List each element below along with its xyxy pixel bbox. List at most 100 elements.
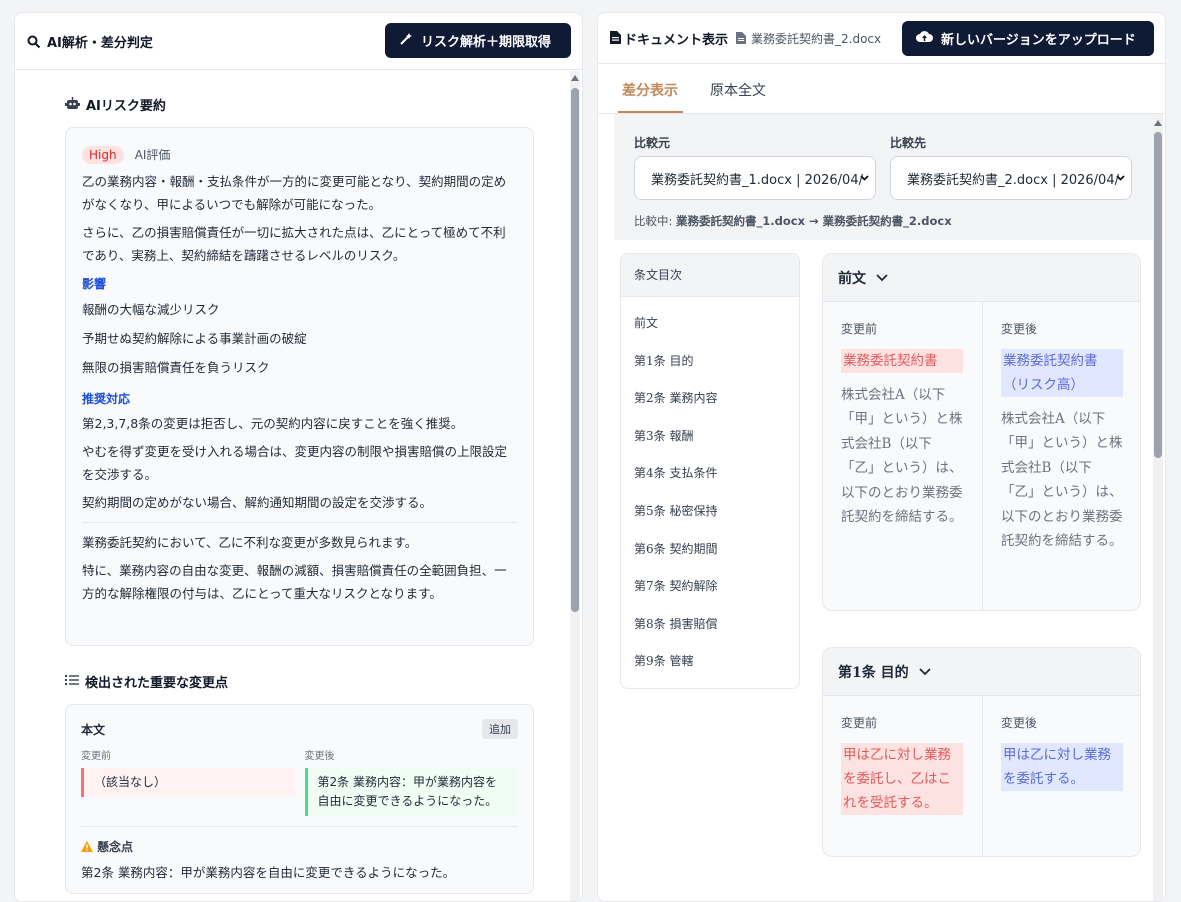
risk-level-badge: High: [82, 146, 124, 164]
ai-summary-heading: AIリスク要約: [65, 95, 166, 114]
toc-list: 前文 第1条 目的 第2条 業務内容 第3条 報酬 第4条 支払条件 第5条 秘…: [621, 297, 799, 681]
toc-item[interactable]: 第7条 契約解除: [621, 568, 799, 606]
change-before-label: 変更前: [81, 751, 111, 762]
article-after-column: 変更後 業務委託契約書（リスク高） 株式会社A（以下「甲」という）と株式会社B（…: [983, 302, 1140, 610]
compare-to-value: 業務委託契約書_2.docx | 2026/04/: [907, 172, 1119, 188]
active-tab-indicator: [618, 111, 683, 113]
left-scrollbar[interactable]: [570, 71, 580, 901]
added-text: 業務委託契約書（リスク高）: [1001, 349, 1123, 397]
list-icon: [65, 674, 79, 690]
recommend-heading: 推奨対応: [82, 392, 131, 406]
toc-title: 条文目次: [621, 254, 799, 297]
toc-item[interactable]: 第5条 秘密保持: [621, 493, 799, 531]
removed-text: 甲は乙に対し業務を委託し、乙はこれを受託する。: [841, 743, 963, 815]
changes-heading: 検出された重要な変更点: [65, 672, 228, 691]
article-title: 前文: [838, 270, 866, 287]
toc-item[interactable]: 第2条 業務内容: [621, 380, 799, 418]
magic-wand-icon: [399, 32, 413, 50]
toc-item[interactable]: 第4条 支払条件: [621, 455, 799, 493]
right-scroll-thumb[interactable]: [1154, 132, 1162, 458]
current-filename: 業務委託契約書_2.docx: [751, 31, 882, 46]
added-text: 甲は乙に対し業務を委託する。: [1001, 743, 1123, 791]
tab-diff[interactable]: 差分表示: [622, 80, 678, 100]
document-panel: ドキュメント表示 業務委託契約書_2.docx 新しいバージョンをアップロード …: [597, 12, 1166, 902]
compare-to-label: 比較先: [890, 136, 927, 150]
impact-item: 報酬の大幅な減少リスク: [82, 302, 220, 317]
overall-paragraph-2: 特に、業務内容の自由な変更、報酬の減額、損害賠償責任の全範囲負担、一方的な解除権…: [82, 563, 507, 601]
cloud-upload-icon: [916, 30, 933, 47]
article-card: 第1条 目的 変更前 甲は乙に対し業務を委託し、乙はこれを受託する。 変更後 甲…: [822, 647, 1141, 857]
summary-paragraph-2: さらに、乙の損害賠償責任が一切に拡大された点は、乙にとって極めて不利であり、実務…: [82, 225, 506, 263]
after-label: 変更後: [1001, 716, 1038, 730]
toc-item[interactable]: 第1条 目的: [621, 343, 799, 381]
ai-panel-header: AI解析・差分判定 リスク解析＋期限取得: [15, 13, 582, 70]
unchanged-text: 株式会社A（以下「甲」という）と株式会社B（以下「乙」という）は、以下のとおり業…: [841, 387, 963, 526]
ai-summary-title: AIリスク要約: [86, 99, 166, 114]
scroll-up-icon: [571, 75, 579, 81]
compare-from-select[interactable]: 業務委託契約書_1.docx | 2026/04/: [634, 156, 876, 200]
impact-item: 予期せぬ契約解除による事業計画の破綻: [82, 331, 307, 346]
impact-heading: 影響: [82, 277, 107, 291]
warning-icon: [81, 837, 93, 856]
comparing-value: 業務委託契約書_1.docx → 業務委託契約書_2.docx: [676, 214, 952, 228]
compare-from-label: 比較元: [634, 136, 671, 150]
concern-title: 懸念点: [97, 840, 134, 854]
concern-text: 第2条 業務内容：甲が業務内容を自由に変更できるようになった。: [81, 865, 456, 880]
changes-title: 検出された重要な変更点: [85, 676, 229, 691]
right-scrollbar[interactable]: [1153, 114, 1163, 901]
article-before-column: 変更前 業務委託契約書 株式会社A（以下「甲」という）と株式会社B（以下「乙」と…: [823, 302, 982, 610]
after-label: 変更後: [1001, 322, 1038, 336]
search-analysis-icon: [27, 34, 41, 49]
recommend-item: 契約期間の定めがない場合、解約通知期間の設定を交渉する。: [82, 495, 433, 510]
before-label: 変更前: [841, 716, 878, 730]
change-card: 本文 追加 変更前 （該当なし） 変更後 第2条 業務内容：甲が業務内容を自由に…: [65, 704, 534, 894]
upload-version-button[interactable]: 新しいバージョンをアップロード: [902, 21, 1154, 56]
ai-analysis-panel: AI解析・差分判定 リスク解析＋期限取得 AIリスク要約 High AI評価 乙…: [14, 12, 583, 902]
scroll-up-icon: [1154, 120, 1162, 126]
document-panel-title: ドキュメント表示: [624, 32, 729, 48]
compare-to-select[interactable]: 業務委託契約書_2.docx | 2026/04/: [890, 156, 1132, 200]
change-after-text: 第2条 業務内容：甲が業務内容を自由に変更できるようになった。: [304, 768, 518, 816]
ai-summary-card: High AI評価 乙の業務内容・報酬・支払条件が一方的に変更可能となり、契約期…: [65, 127, 534, 646]
compare-from-value: 業務委託契約書_1.docx | 2026/04/: [651, 172, 863, 188]
recommend-item: 第2,3,7,8条の変更は拒否し、元の契約内容に戻すことを強く推奨。: [82, 416, 464, 431]
risk-analysis-button-label: リスク解析＋期限取得: [421, 35, 552, 50]
comparing-info: 比較中: 業務委託契約書_1.docx → 業務委託契約書_2.docx: [634, 213, 952, 229]
document-icon: [610, 29, 621, 48]
view-tabs: 差分表示 原本全文: [598, 64, 1165, 114]
toc-item[interactable]: 第6条 契約期間: [621, 531, 799, 569]
toc-item[interactable]: 第8条 損害賠償: [621, 606, 799, 644]
toc-item[interactable]: 第3条 報酬: [621, 418, 799, 456]
before-label: 変更前: [841, 322, 878, 336]
change-section: 本文: [81, 722, 106, 737]
robot-icon: [65, 96, 80, 114]
article-before-column: 変更前 甲は乙に対し業務を委託し、乙はこれを受託する。: [823, 696, 982, 856]
article-header[interactable]: 前文: [823, 254, 1140, 302]
ai-eval-label: AI評価: [134, 148, 171, 162]
upload-button-label: 新しいバージョンをアップロード: [941, 33, 1136, 48]
ai-panel-title: AI解析・差分判定: [47, 35, 153, 51]
file-icon: [736, 29, 747, 48]
impact-item: 無限の損害賠償責任を負うリスク: [82, 360, 270, 375]
document-panel-header: ドキュメント表示 業務委託契約書_2.docx 新しいバージョンをアップロード: [598, 13, 1165, 64]
compare-selector-area: 比較元 比較先 業務委託契約書_1.docx | 2026/04/ 業務委託契約…: [614, 114, 1153, 240]
article-header[interactable]: 第1条 目的: [823, 648, 1140, 696]
article-title: 第1条 目的: [838, 664, 909, 681]
article-card: 前文 変更前 業務委託契約書 株式会社A（以下「甲」という）と株式会社B（以下「…: [822, 253, 1141, 611]
unchanged-text: 株式会社A（以下「甲」という）と株式会社B（以下「乙」という）は、以下のとおり業…: [1001, 411, 1123, 550]
comparing-prefix: 比較中:: [634, 214, 673, 228]
divider: [82, 522, 517, 523]
toc-item[interactable]: 第9条 管轄: [621, 643, 799, 681]
article-after-column: 変更後 甲は乙に対し業務を委託する。: [983, 696, 1140, 856]
change-before-text: （該当なし）: [81, 768, 295, 797]
change-after-label: 変更後: [304, 751, 335, 762]
divider: [81, 826, 518, 827]
chevron-down-icon: [1116, 171, 1125, 186]
left-scroll-thumb[interactable]: [571, 88, 579, 612]
tab-original[interactable]: 原本全文: [710, 80, 766, 100]
risk-analysis-button[interactable]: リスク解析＋期限取得: [385, 23, 571, 58]
chevron-down-icon: [860, 171, 869, 186]
change-type-tag: 追加: [482, 719, 518, 739]
removed-text: 業務委託契約書: [841, 349, 963, 373]
toc-item[interactable]: 前文: [621, 305, 799, 343]
